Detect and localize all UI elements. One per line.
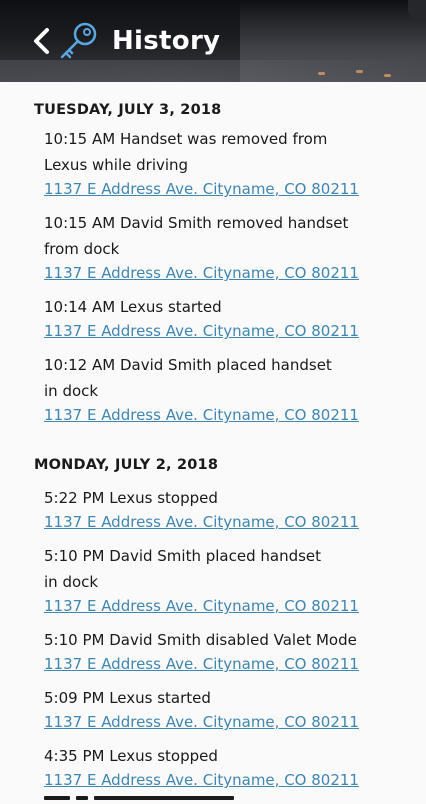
address-link[interactable]: 1137 E Address Ave. Cityname, CO 80211: [44, 511, 426, 533]
entry-line: 10:14 AM Lexus started: [44, 298, 222, 316]
entry-line: Lexus while driving: [44, 156, 189, 174]
entry-line: in dock: [44, 573, 99, 591]
entry-line: 10:15 AM Handset was removed from: [44, 130, 328, 148]
history-entry: 5:10 PM David Smith placed handset in do…: [34, 543, 426, 617]
address-link[interactable]: 1137 E Address Ave. Cityname, CO 80211: [44, 178, 426, 200]
background-light: [384, 74, 391, 77]
address-link[interactable]: 1137 E Address Ave. Cityname, CO 80211: [44, 595, 426, 617]
mirror-graphic: [408, 0, 426, 20]
entry-line: 5:09 PM Lexus started: [44, 689, 211, 707]
history-list[interactable]: TUESDAY, JULY 3, 2018 10:15 AM Handset w…: [0, 82, 426, 791]
history-entry: 5:22 PM Lexus stopped 1137 E Address Ave…: [34, 485, 426, 533]
entry-line: 5:10 PM David Smith placed handset: [44, 547, 322, 565]
history-entry: 5:10 PM David Smith disabled Valet Mode …: [34, 627, 426, 675]
app-header: History: [0, 0, 426, 82]
address-link[interactable]: 1137 E Address Ave. Cityname, CO 80211: [44, 404, 426, 426]
entry-text: 5:10 PM David Smith placed handset in do…: [44, 543, 384, 595]
chevron-left-icon: [34, 28, 49, 54]
entry-line: 5:22 PM Lexus stopped: [44, 489, 218, 507]
entry-line: 5:10 PM David Smith disabled Valet Mode: [44, 631, 357, 649]
entry-text: 10:12 AM David Smith placed handset in d…: [44, 352, 384, 404]
entry-text: 4:35 PM Lexus stopped: [44, 743, 384, 769]
address-link[interactable]: 1137 E Address Ave. Cityname, CO 80211: [44, 769, 426, 791]
address-link[interactable]: 1137 E Address Ave. Cityname, CO 80211: [44, 653, 426, 675]
history-entry: 5:09 PM Lexus started 1137 E Address Ave…: [34, 685, 426, 733]
history-entry: 4:35 PM Lexus stopped 1137 E Address Ave…: [34, 743, 426, 791]
entry-text: 10:14 AM Lexus started: [44, 294, 384, 320]
background-light: [356, 70, 363, 73]
entry-text: 5:10 PM David Smith disabled Valet Mode: [44, 627, 384, 653]
address-link[interactable]: 1137 E Address Ave. Cityname, CO 80211: [44, 711, 426, 733]
back-button[interactable]: [30, 27, 54, 55]
history-entry: 10:14 AM Lexus started 1137 E Address Av…: [34, 294, 426, 342]
key-icon: [60, 22, 97, 59]
history-entry: 10:15 AM Handset was removed from Lexus …: [34, 126, 426, 200]
address-link[interactable]: 1137 E Address Ave. Cityname, CO 80211: [44, 262, 426, 284]
entry-line: 4:35 PM Lexus stopped: [44, 747, 218, 765]
day-section: TUESDAY, JULY 3, 2018 10:15 AM Handset w…: [0, 100, 426, 426]
entry-line: 10:12 AM David Smith placed handset: [44, 356, 332, 374]
entry-text: 5:22 PM Lexus stopped: [44, 485, 384, 511]
day-header: TUESDAY, JULY 3, 2018: [34, 102, 222, 118]
entry-line: in dock: [44, 382, 99, 400]
entry-text: 10:15 AM Handset was removed from Lexus …: [44, 126, 384, 178]
address-link[interactable]: 1137 E Address Ave. Cityname, CO 80211: [44, 320, 426, 342]
day-header: MONDAY, JULY 2, 2018: [34, 457, 219, 473]
entry-line: 10:15 AM David Smith removed handset: [44, 214, 349, 232]
entry-text: 5:09 PM Lexus started: [44, 685, 384, 711]
background-light: [318, 72, 325, 75]
entry-text: 10:15 AM David Smith removed handset fro…: [44, 210, 384, 262]
entry-line: from dock: [44, 240, 120, 258]
history-entry: 10:12 AM David Smith placed handset in d…: [34, 352, 426, 426]
history-entry: 10:15 AM David Smith removed handset fro…: [34, 210, 426, 284]
partial-entry-cutoff: [44, 792, 344, 804]
page-title: History: [112, 26, 221, 56]
day-section: MONDAY, JULY 2, 2018 5:22 PM Lexus stopp…: [0, 455, 426, 791]
